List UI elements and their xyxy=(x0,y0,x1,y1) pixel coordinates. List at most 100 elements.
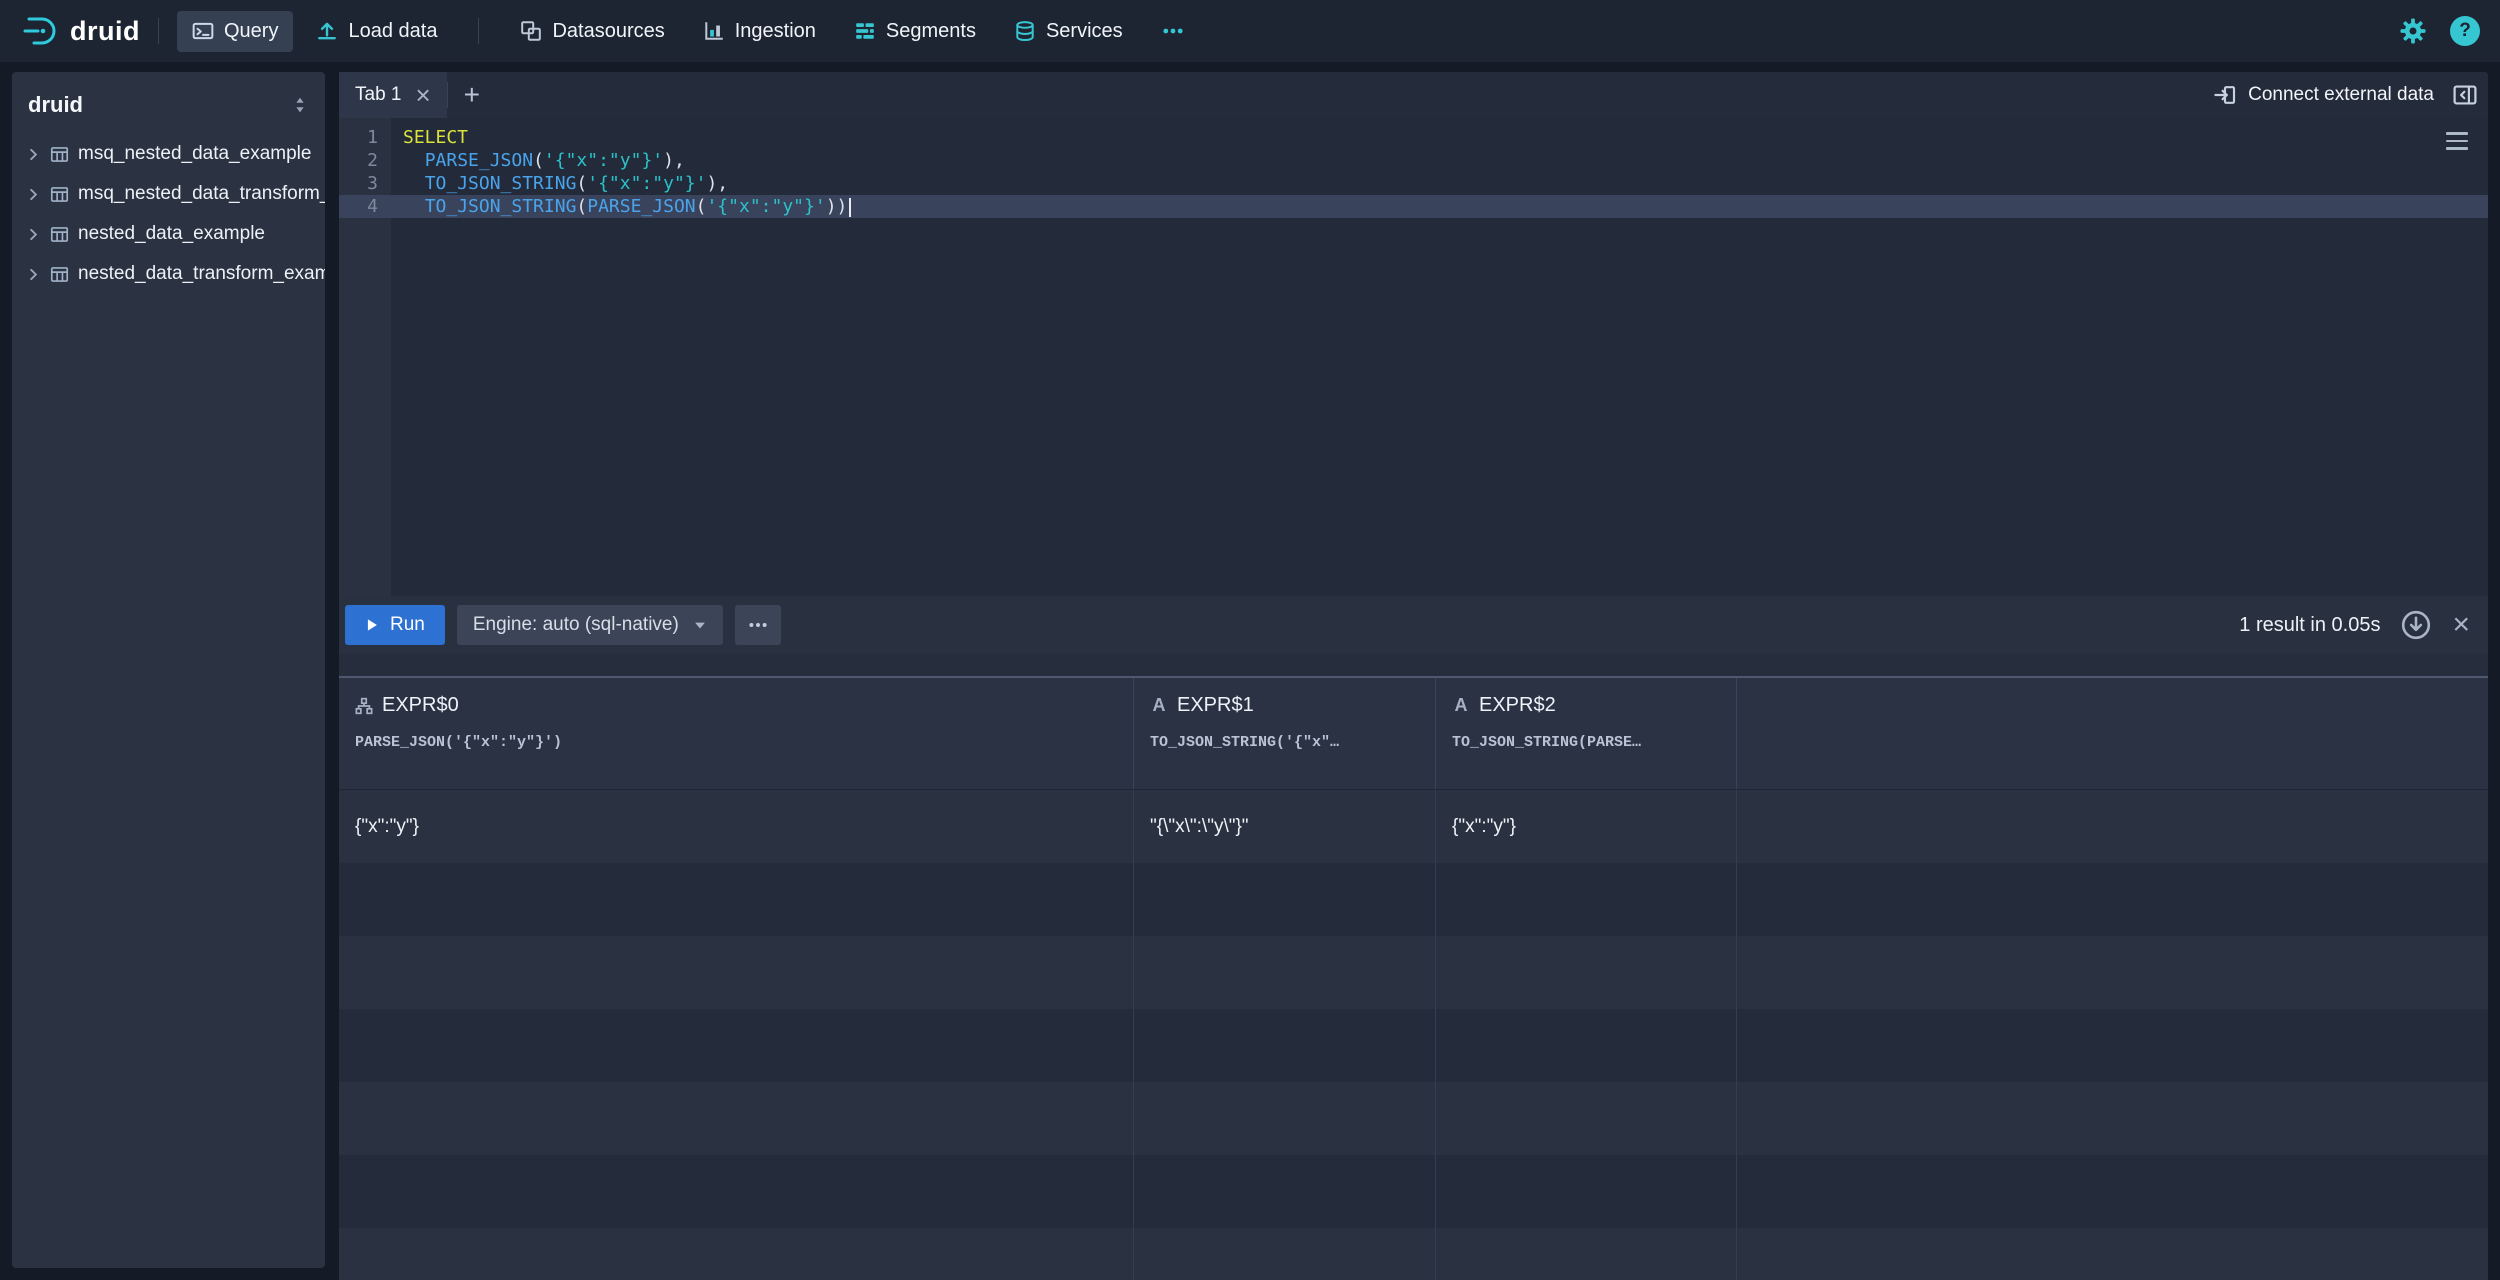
nav-segments-label: Segments xyxy=(886,20,976,43)
empty-cell xyxy=(339,1009,1134,1082)
settings-button[interactable] xyxy=(2398,16,2428,46)
brand[interactable]: druid xyxy=(20,11,140,51)
console-icon xyxy=(192,20,214,42)
run-button[interactable]: Run xyxy=(345,605,445,645)
result-cell[interactable]: {"x":"y"} xyxy=(339,790,1134,863)
open-side-panel-button[interactable] xyxy=(2452,82,2478,108)
nav-load-data[interactable]: Load data xyxy=(301,11,452,52)
row-filler xyxy=(1737,863,2488,936)
chevron-right-icon xyxy=(26,267,41,282)
connect-external-data-button[interactable]: Connect external data xyxy=(2201,75,2446,115)
runbar-right: 1 result in 0.05s × xyxy=(2239,609,2470,641)
column-expression: TO_JSON_STRING('{"x"… xyxy=(1150,734,1423,751)
database-icon xyxy=(1014,20,1036,42)
download-results-button[interactable] xyxy=(2400,609,2432,641)
empty-cell xyxy=(1134,936,1436,1009)
nav-ingestion[interactable]: Ingestion xyxy=(688,11,831,52)
nav-services[interactable]: Services xyxy=(999,11,1138,52)
editor-line-3[interactable]: 3 TO_JSON_STRING('{"x":"y"}'), xyxy=(339,172,2488,195)
row-filler xyxy=(1737,1082,2488,1155)
help-button[interactable]: ? xyxy=(2450,16,2480,46)
gear-icon xyxy=(2398,16,2428,46)
editor-line-1[interactable]: 1SELECT xyxy=(339,126,2488,149)
empty-cell xyxy=(339,1082,1134,1155)
datasource-item-msq-nested-data-transform[interactable]: msq_nested_data_transform_ex xyxy=(12,174,325,214)
datasource-tree: msq_nested_data_example msq_nested_data_… xyxy=(12,130,325,294)
empty-cell xyxy=(1134,1009,1436,1082)
column-name: EXPR$1 xyxy=(1177,694,1254,717)
topbar-right: ? xyxy=(2398,16,2480,46)
datasource-item-nested-data-transform[interactable]: nested_data_transform_exampl xyxy=(12,254,325,294)
table-icon xyxy=(50,225,69,244)
nav-query[interactable]: Query xyxy=(177,11,293,52)
row-filler xyxy=(1737,1155,2488,1228)
empty-cell xyxy=(1436,1155,1737,1228)
close-tab-icon[interactable]: × xyxy=(415,82,430,108)
add-tab-button[interactable]: + xyxy=(448,81,496,109)
editor-lines: 1SELECT2 PARSE_JSON('{"x":"y"}'),3 TO_JS… xyxy=(339,126,2488,218)
datasource-label: msq_nested_data_transform_ex xyxy=(78,183,325,205)
results-table: EXPR$0PARSE_JSON('{"x":"y"}')AEXPR$1TO_J… xyxy=(339,678,2488,1280)
table-icon xyxy=(50,265,69,284)
datasource-label: nested_data_example xyxy=(78,223,265,245)
empty-row xyxy=(339,1082,2488,1155)
sort-datasources-button[interactable] xyxy=(291,96,309,114)
empty-cell xyxy=(1134,863,1436,936)
query-workbench: Tab 1 × + Connect external data xyxy=(339,72,2488,1280)
result-cell[interactable]: "{\"x\":\"y\"}" xyxy=(1134,790,1436,863)
schema-title: druid xyxy=(28,92,83,118)
datasource-label: nested_data_transform_exampl xyxy=(78,263,325,285)
row-filler xyxy=(1737,1228,2488,1280)
code-line: TO_JSON_STRING(PARSE_JSON('{"x":"y"}')) xyxy=(391,195,851,218)
connect-data-icon xyxy=(2213,83,2237,107)
close-results-icon[interactable]: × xyxy=(2452,610,2470,640)
row-filler xyxy=(1737,936,2488,1009)
nav-ingestion-label: Ingestion xyxy=(735,20,816,43)
results-header-row: EXPR$0PARSE_JSON('{"x":"y"}')AEXPR$1TO_J… xyxy=(339,678,2488,790)
panel-open-icon xyxy=(2452,82,2478,108)
datasources-icon xyxy=(520,20,542,42)
empty-cell xyxy=(1134,1228,1436,1280)
empty-cell xyxy=(339,1228,1134,1280)
row-filler xyxy=(1737,790,2488,863)
datasource-item-msq-nested-data-example[interactable]: msq_nested_data_example xyxy=(12,134,325,174)
run-label: Run xyxy=(390,614,425,636)
help-icon: ? xyxy=(2450,16,2480,46)
nav-datasources[interactable]: Datasources xyxy=(505,11,679,52)
column-header-expr-2[interactable]: AEXPR$2TO_JSON_STRING(PARSE… xyxy=(1436,678,1737,789)
json-type-icon xyxy=(355,697,373,715)
table-icon xyxy=(50,185,69,204)
empty-row xyxy=(339,863,2488,936)
editor-menu-icon[interactable] xyxy=(2442,128,2472,154)
divider xyxy=(478,18,479,44)
result-cell[interactable]: {"x":"y"} xyxy=(1436,790,1737,863)
editor-line-2[interactable]: 2 PARSE_JSON('{"x":"y"}'), xyxy=(339,149,2488,172)
column-header-expr-1[interactable]: AEXPR$1TO_JSON_STRING('{"x"… xyxy=(1134,678,1436,789)
empty-row xyxy=(339,1228,2488,1280)
double-caret-icon xyxy=(291,96,309,114)
sql-editor[interactable]: 1SELECT2 PARSE_JSON('{"x":"y"}'),3 TO_JS… xyxy=(339,118,2488,596)
empty-row xyxy=(339,936,2488,1009)
empty-cell xyxy=(339,863,1134,936)
editor-line-4[interactable]: 4 TO_JSON_STRING(PARSE_JSON('{"x":"y"}')… xyxy=(339,195,2488,218)
empty-row xyxy=(339,1009,2488,1082)
nav-more-button[interactable] xyxy=(1146,10,1200,52)
text-cursor xyxy=(849,198,851,217)
engine-select[interactable]: Engine: auto (sql-native) xyxy=(457,605,723,645)
tab-1[interactable]: Tab 1 × xyxy=(339,72,447,118)
empty-cell xyxy=(1436,1082,1737,1155)
empty-cell xyxy=(339,1155,1134,1228)
datasource-item-nested-data-example[interactable]: nested_data_example xyxy=(12,214,325,254)
run-more-button[interactable] xyxy=(735,605,781,645)
empty-cell xyxy=(1436,1228,1737,1280)
content-area: druid msq_nested_data_example xyxy=(0,62,2500,1280)
run-bar: Run Engine: auto (sql-native) 1 result i… xyxy=(339,596,2488,654)
chevron-right-icon xyxy=(26,147,41,162)
empty-row xyxy=(339,1155,2488,1228)
column-header-expr-0[interactable]: EXPR$0PARSE_JSON('{"x":"y"}') xyxy=(339,678,1134,789)
nav-segments[interactable]: Segments xyxy=(839,11,991,52)
segments-icon xyxy=(854,20,876,42)
sidebar-header: druid xyxy=(12,72,325,130)
top-navigation-bar: druid Query Load data xyxy=(0,0,2500,62)
more-icon xyxy=(1161,19,1185,43)
